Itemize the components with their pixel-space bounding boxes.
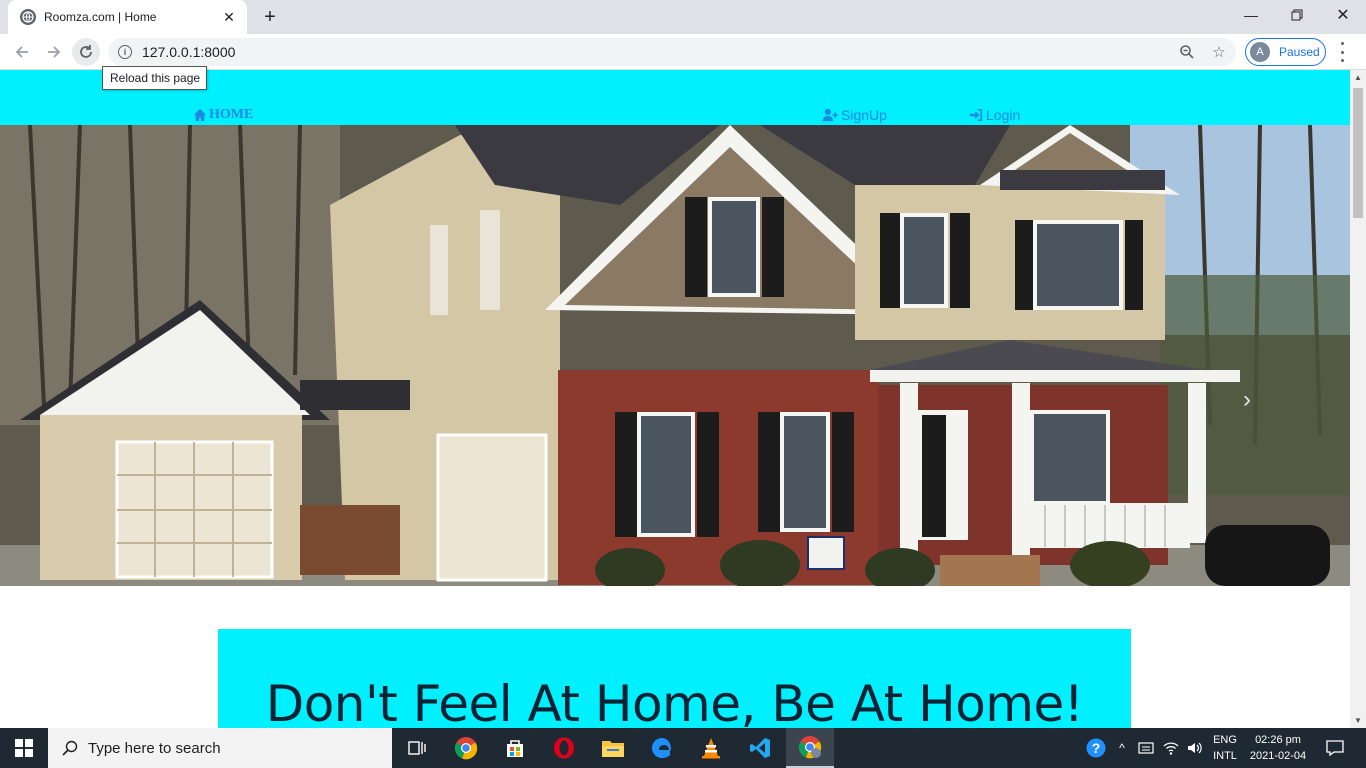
tab-close-icon[interactable]: ✕ <box>221 9 237 25</box>
opera-icon[interactable] <box>540 728 588 768</box>
clock-date: 2021-02-04 <box>1249 750 1307 762</box>
browser-tab-active[interactable]: Roomza.com | Home ✕ <box>8 0 247 34</box>
system-clock[interactable]: 02:26 pm 2021-02-04 <box>1245 732 1311 764</box>
vscode-icon[interactable] <box>736 728 784 768</box>
site-info-icon[interactable]: i <box>118 45 132 59</box>
home-icon <box>193 108 207 122</box>
task-view-icon[interactable] <box>393 728 441 768</box>
nav-login-label: Login <box>986 107 1021 123</box>
page-scrollbar[interactable]: ▲ ▼ <box>1350 70 1366 728</box>
user-plus-icon <box>822 108 838 122</box>
vlc-icon[interactable] <box>687 728 735 768</box>
language-code: ENG <box>1213 734 1237 746</box>
tab-title: Roomza.com | Home <box>44 10 157 24</box>
taskbar-search-placeholder: Type here to search <box>88 739 221 757</box>
language-indicator[interactable]: ENG INTL <box>1208 732 1242 764</box>
carousel-next-icon[interactable]: › <box>1238 386 1256 413</box>
browser-toolbar: i 127.0.0.1:8000 ☆ A Paused <box>0 34 1366 70</box>
profile-button[interactable]: A Paused <box>1245 38 1326 66</box>
scroll-down-icon[interactable]: ▼ <box>1354 716 1362 725</box>
back-arrow-icon[interactable] <box>8 38 36 66</box>
profile-status: Paused <box>1279 45 1320 59</box>
nav-login-link[interactable]: Login <box>968 107 1020 123</box>
nav-home-label: HOME <box>209 107 254 122</box>
chrome-active-icon[interactable] <box>786 728 834 768</box>
scroll-up-icon[interactable]: ▲ <box>1354 73 1362 82</box>
volume-icon[interactable] <box>1184 728 1206 768</box>
minimize-icon[interactable]: — <box>1228 0 1274 30</box>
input-method-icon[interactable] <box>1135 728 1157 768</box>
file-explorer-icon[interactable] <box>589 728 637 768</box>
notification-center-icon[interactable] <box>1320 728 1350 768</box>
taskbar: Type here to search ? ^ ENG INTL 02:26 p… <box>0 728 1366 768</box>
tray-expand-icon[interactable]: ^ <box>1113 728 1131 768</box>
browser-menu-icon[interactable] <box>1336 42 1348 62</box>
new-tab-plus-icon[interactable]: + <box>258 6 282 28</box>
bookmark-star-icon[interactable]: ☆ <box>1207 40 1231 64</box>
clock-time: 02:26 pm <box>1255 734 1301 746</box>
nav-signup-link[interactable]: SignUp <box>822 107 887 123</box>
chrome-icon[interactable] <box>442 728 490 768</box>
globe-icon <box>20 9 36 25</box>
close-window-icon[interactable]: ✕ <box>1320 0 1366 30</box>
help-icon[interactable]: ? <box>1084 728 1108 768</box>
reload-tooltip: Reload this page <box>102 66 207 90</box>
svg-text:?: ? <box>1092 740 1101 756</box>
taskbar-search-input[interactable]: Type here to search <box>48 728 392 768</box>
zoom-icon[interactable] <box>1175 40 1199 64</box>
address-bar[interactable]: i 127.0.0.1:8000 <box>108 38 1236 66</box>
avatar: A <box>1250 42 1270 62</box>
url-text: 127.0.0.1:8000 <box>142 44 236 60</box>
tagline-heading: Don't Feel At Home, Be At Home! <box>265 675 1084 728</box>
store-icon[interactable] <box>491 728 539 768</box>
wifi-icon[interactable] <box>1160 728 1182 768</box>
keyboard-layout: INTL <box>1213 750 1237 762</box>
sign-in-icon <box>969 108 983 122</box>
restore-icon[interactable] <box>1274 0 1320 30</box>
nav-home-link[interactable]: HOME <box>193 107 253 123</box>
windows-start-icon[interactable] <box>0 728 48 768</box>
edge-icon[interactable] <box>638 728 686 768</box>
nav-signup-label: SignUp <box>841 107 887 123</box>
hero-carousel-image: › <box>0 125 1350 586</box>
tagline-banner: Don't Feel At Home, Be At Home! <box>218 629 1131 728</box>
scrollbar-thumb[interactable] <box>1353 88 1363 218</box>
page-viewport: HOME SignUp Login › Don't Feel At Home, … <box>0 70 1350 728</box>
tab-strip: Roomza.com | Home ✕ + — ✕ <box>0 0 1366 34</box>
reload-icon[interactable] <box>72 38 100 66</box>
forward-arrow-icon[interactable] <box>40 38 68 66</box>
search-icon <box>62 740 78 756</box>
